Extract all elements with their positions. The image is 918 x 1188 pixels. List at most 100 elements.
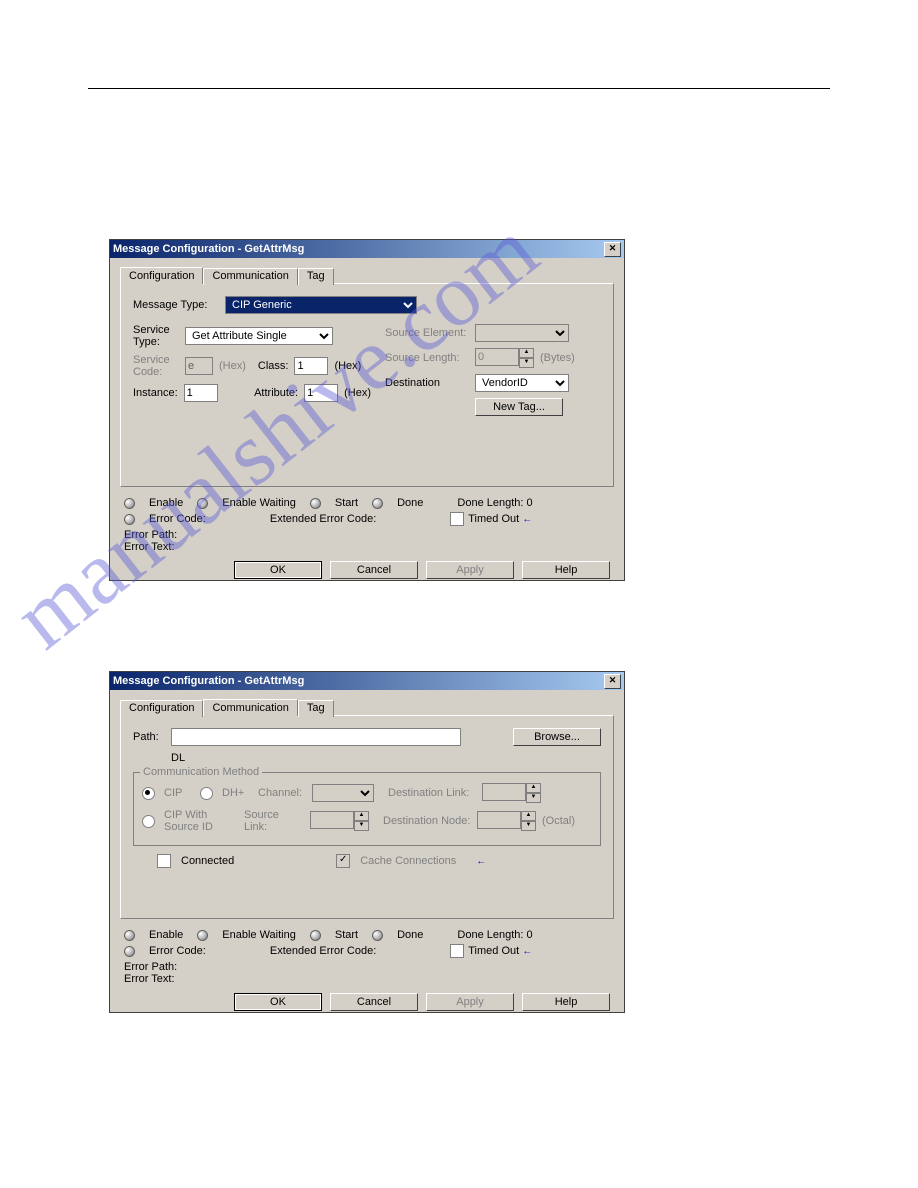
dialog-config: Message Configuration - GetAttrMsg ✕ Con… bbox=[109, 239, 625, 581]
enable-waiting-label: Enable Waiting bbox=[222, 497, 296, 509]
timed-out-checkbox[interactable] bbox=[450, 944, 464, 958]
error-text-label: Error Text: bbox=[124, 973, 610, 985]
done-length-label: Done Length: 0 bbox=[457, 929, 532, 941]
path-echo: DL bbox=[171, 752, 185, 764]
done-label: Done bbox=[397, 497, 423, 509]
comm-method-title: Communication Method bbox=[140, 766, 262, 778]
octal-label: (Octal) bbox=[542, 815, 575, 827]
path-input[interactable] bbox=[171, 728, 461, 746]
dest-link-label: Destination Link: bbox=[388, 787, 476, 799]
cache-label: Cache Connections bbox=[360, 855, 456, 867]
done-led bbox=[372, 930, 383, 941]
instance-label: Instance: bbox=[133, 387, 178, 399]
channel-label: Channel: bbox=[258, 787, 306, 799]
start-label: Start bbox=[335, 497, 358, 509]
tab-tag[interactable]: Tag bbox=[298, 268, 334, 285]
dhp-label: DH+ bbox=[222, 787, 252, 799]
comm-method-group: Communication Method CIP DH+ Channel: De… bbox=[133, 772, 601, 846]
arrow-icon: ← bbox=[476, 856, 486, 867]
apply-button[interactable]: Apply bbox=[426, 993, 514, 1011]
titlebar[interactable]: Message Configuration - GetAttrMsg ✕ bbox=[110, 240, 624, 258]
msg-type-label: Message Type: bbox=[133, 299, 219, 311]
dest-node-label: Destination Node: bbox=[383, 815, 471, 827]
arrow-icon: ← bbox=[522, 514, 532, 525]
source-element-select bbox=[475, 324, 569, 342]
class-label: Class: bbox=[258, 360, 289, 372]
enable-waiting-led bbox=[197, 930, 208, 941]
cancel-button[interactable]: Cancel bbox=[330, 561, 418, 579]
error-code-label: Error Code: bbox=[149, 513, 206, 525]
error-code-led bbox=[124, 514, 135, 525]
dest-node-spinner: ▲▼ bbox=[477, 811, 536, 831]
help-button[interactable]: Help bbox=[522, 561, 610, 579]
error-text-label: Error Text: bbox=[124, 541, 610, 553]
channel-select bbox=[312, 784, 374, 802]
enable-label: Enable bbox=[149, 929, 183, 941]
done-label: Done bbox=[397, 929, 423, 941]
error-code-label: Error Code: bbox=[149, 945, 206, 957]
error-path-label: Error Path: bbox=[124, 529, 610, 541]
timed-out-label: Timed Out bbox=[468, 513, 519, 525]
cache-checkbox: ✓ bbox=[336, 854, 350, 868]
close-icon[interactable]: ✕ bbox=[604, 242, 621, 257]
browse-button[interactable]: Browse... bbox=[513, 728, 601, 746]
hex-label-3: (Hex) bbox=[344, 387, 371, 399]
connected-checkbox[interactable] bbox=[157, 854, 171, 868]
destination-select[interactable]: VendorID bbox=[475, 374, 569, 392]
timed-out-label: Timed Out bbox=[468, 945, 519, 957]
tab-tag[interactable]: Tag bbox=[298, 700, 334, 717]
instance-input[interactable] bbox=[184, 384, 218, 402]
enable-led bbox=[124, 498, 135, 509]
dialog-comm: Message Configuration - GetAttrMsg ✕ Con… bbox=[109, 671, 625, 1013]
dhp-radio bbox=[200, 787, 213, 800]
new-tag-button[interactable]: New Tag... bbox=[475, 398, 563, 416]
cip-src-radio bbox=[142, 815, 155, 828]
start-led bbox=[310, 498, 321, 509]
start-led bbox=[310, 930, 321, 941]
tab-configuration[interactable]: Configuration bbox=[120, 267, 203, 284]
titlebar[interactable]: Message Configuration - GetAttrMsg ✕ bbox=[110, 672, 624, 690]
cancel-button[interactable]: Cancel bbox=[330, 993, 418, 1011]
window-title: Message Configuration - GetAttrMsg bbox=[113, 240, 304, 258]
connected-label: Connected bbox=[181, 855, 234, 867]
path-label: Path: bbox=[133, 731, 165, 743]
service-code-label: Service Code: bbox=[133, 354, 179, 378]
source-length-label: Source Length: bbox=[385, 352, 469, 364]
ext-error-label: Extended Error Code: bbox=[270, 513, 376, 525]
service-type-select[interactable]: Get Attribute Single bbox=[185, 327, 333, 345]
cip-src-label: CIP With Source ID bbox=[164, 809, 224, 833]
start-label: Start bbox=[335, 929, 358, 941]
done-length-label: Done Length: 0 bbox=[457, 497, 532, 509]
attribute-input[interactable] bbox=[304, 384, 338, 402]
error-path-label: Error Path: bbox=[124, 961, 610, 973]
class-input[interactable] bbox=[294, 357, 328, 375]
enable-led bbox=[124, 930, 135, 941]
ext-error-label: Extended Error Code: bbox=[270, 945, 376, 957]
help-button[interactable]: Help bbox=[522, 993, 610, 1011]
enable-waiting-label: Enable Waiting bbox=[222, 929, 296, 941]
source-length-spinner: ▲▼ bbox=[475, 348, 534, 368]
service-code-input bbox=[185, 357, 213, 375]
attribute-label: Attribute: bbox=[254, 387, 298, 399]
ok-button[interactable]: OK bbox=[234, 993, 322, 1011]
enable-label: Enable bbox=[149, 497, 183, 509]
bytes-label: (Bytes) bbox=[540, 352, 575, 364]
tab-communication[interactable]: Communication bbox=[203, 268, 297, 285]
window-title: Message Configuration - GetAttrMsg bbox=[113, 672, 304, 690]
msg-type-select[interactable]: CIP Generic bbox=[225, 296, 417, 314]
done-led bbox=[372, 498, 383, 509]
arrow-icon: ← bbox=[522, 946, 532, 957]
tab-configuration[interactable]: Configuration bbox=[120, 700, 203, 717]
dest-link-spinner: ▲▼ bbox=[482, 783, 541, 803]
tab-communication[interactable]: Communication bbox=[203, 699, 297, 716]
ok-button[interactable]: OK bbox=[234, 561, 322, 579]
src-link-label: Source Link: bbox=[244, 809, 304, 833]
timed-out-checkbox[interactable] bbox=[450, 512, 464, 526]
cip-radio bbox=[142, 787, 155, 800]
source-element-label: Source Element: bbox=[385, 327, 469, 339]
close-icon[interactable]: ✕ bbox=[604, 674, 621, 689]
service-type-label: Service Type: bbox=[133, 324, 179, 348]
apply-button[interactable]: Apply bbox=[426, 561, 514, 579]
src-link-spinner: ▲▼ bbox=[310, 811, 369, 831]
hex-label-1: (Hex) bbox=[219, 360, 246, 372]
